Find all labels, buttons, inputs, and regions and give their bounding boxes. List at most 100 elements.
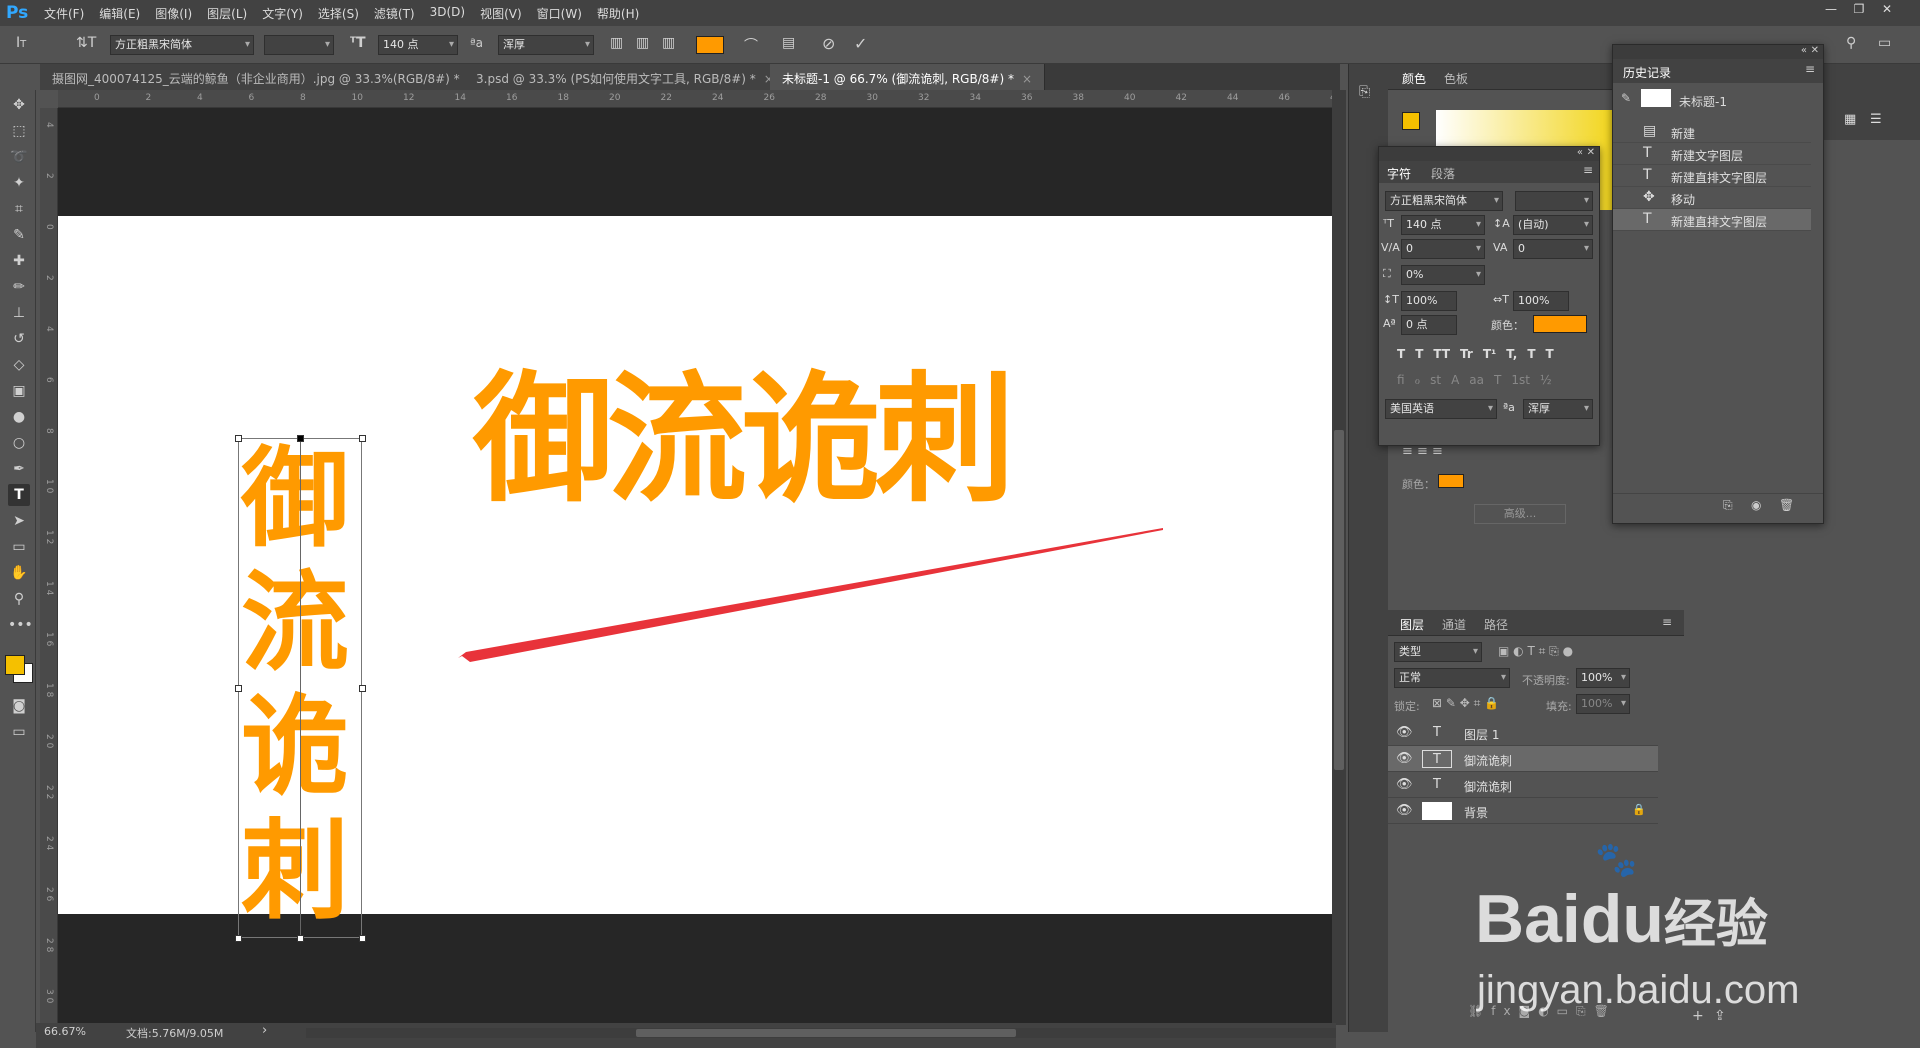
menu-help[interactable]: 帮助(H) <box>597 5 639 22</box>
transform-handle[interactable] <box>235 935 242 942</box>
screen-mode-icon[interactable]: ▭ <box>8 721 30 743</box>
faux-bold-button[interactable]: T <box>1397 347 1405 361</box>
history-brush-source-icon[interactable]: ✎ <box>1621 91 1631 105</box>
zoom-tool-icon[interactable]: ⚲ <box>8 588 30 610</box>
history-brush-icon[interactable]: ↺ <box>8 328 30 350</box>
ot-titling-button[interactable]: T <box>1494 373 1501 387</box>
tab-document-1[interactable]: 摄图网_400074125_云端的鲸鱼（非企业商用）.jpg @ 33.3%(R… <box>40 64 491 90</box>
history-item[interactable]: ✥ 移动 <box>1613 187 1811 209</box>
history-item[interactable]: T 新建直排文字图层 <box>1613 165 1811 187</box>
document-canvas[interactable]: 御流诡刺 御 流 诡 刺 <box>58 216 1332 942</box>
history-item[interactable]: T 新建文字图层 <box>1613 143 1811 165</box>
delete-icon[interactable]: 🗑 <box>1779 498 1794 512</box>
tab-document-3[interactable]: 未标题-1 @ 66.7% (御流诡刺, RGB/8#) * × <box>770 64 1046 90</box>
crop-tool-icon[interactable]: ⌗ <box>8 198 30 220</box>
close-panel-icon[interactable]: ✕ <box>1811 45 1819 56</box>
menu-layer[interactable]: 图层(L) <box>207 5 247 22</box>
layer-row[interactable]: 👁 T 御流诡刺 <box>1388 746 1658 772</box>
lock-icons[interactable]: ⊠ ✎ ✥ ⌗ 🔒 <box>1432 696 1499 711</box>
ot-discretionary-button[interactable]: ℴ <box>1415 373 1421 387</box>
tab-swatches[interactable]: 色板 <box>1444 70 1468 87</box>
align-left-icon[interactable]: ▥ <box>610 35 623 51</box>
menu-window[interactable]: 窗口(W) <box>537 5 582 22</box>
eraser-tool-icon[interactable]: ◇ <box>8 354 30 376</box>
ot-fraction-button[interactable]: ½ <box>1540 373 1552 387</box>
layer-filter-icons[interactable]: ▣ ◐ T ⌗ ⎘ ● <box>1498 644 1573 659</box>
char-anti-alias[interactable]: 浑厚 <box>1523 399 1593 419</box>
collapse-icon[interactable]: « <box>1801 45 1807 56</box>
canvas-area[interactable]: 御流诡刺 御 流 诡 刺 <box>58 108 1332 1025</box>
cancel-icon[interactable]: ⊘ <box>822 34 835 53</box>
foreground-color-swatch[interactable] <box>5 655 25 675</box>
rectangle-tool-icon[interactable]: ▭ <box>8 536 30 558</box>
close-window-icon[interactable]: ✕ <box>1876 2 1898 22</box>
menu-filter[interactable]: 滤镜(T) <box>374 5 415 22</box>
advanced-button[interactable]: 高级... <box>1474 504 1566 524</box>
history-title[interactable]: 历史记录 <box>1623 64 1671 81</box>
warp-text-icon[interactable]: ⌒ <box>744 35 758 55</box>
layer-row[interactable]: 👁 背景 🔒 <box>1388 798 1658 824</box>
align-center-icon[interactable]: ▥ <box>636 35 649 51</box>
tab-paragraph[interactable]: 段落 <box>1431 165 1455 182</box>
grid-view-icon[interactable]: ▦ <box>1844 112 1864 128</box>
move-tool-icon[interactable]: ✥ <box>8 94 30 116</box>
commit-check-icon[interactable]: ✓ <box>854 34 867 53</box>
visibility-eye-icon[interactable]: 👁 <box>1396 725 1413 740</box>
scroll-thumb[interactable] <box>636 1029 1016 1037</box>
menu-edit[interactable]: 编辑(E) <box>99 5 140 22</box>
snapshot-name[interactable]: 未标题-1 <box>1679 93 1727 110</box>
subscript-button[interactable]: T, <box>1506 347 1517 361</box>
layer-row[interactable]: 👁 T 御流诡刺 <box>1388 772 1658 798</box>
panel-drag-bar[interactable]: «✕ <box>1379 147 1599 161</box>
faux-italic-button[interactable]: T <box>1415 347 1423 361</box>
anti-alias-select[interactable]: 浑厚 <box>498 35 594 55</box>
paragraph-color-swatch[interactable] <box>1438 474 1464 488</box>
vertical-scrollbar[interactable] <box>1332 90 1346 1025</box>
minimize-icon[interactable]: — <box>1820 2 1842 22</box>
collapse-icon[interactable]: « <box>1577 147 1583 158</box>
history-item[interactable]: T 新建直排文字图层 <box>1613 209 1811 231</box>
tab-paths[interactable]: 路径 <box>1484 616 1508 633</box>
brush-tool-icon[interactable]: ✏ <box>8 276 30 298</box>
healing-brush-icon[interactable]: ✚ <box>8 250 30 272</box>
ot-stylistic-button[interactable]: aa <box>1469 373 1484 387</box>
panel-menu-icon[interactable]: ≡ <box>1805 62 1815 76</box>
color-fg-swatch[interactable] <box>1402 112 1420 130</box>
char-font-family[interactable]: 方正粗黑宋简体 <box>1385 191 1503 211</box>
tab-character[interactable]: 字符 <box>1387 165 1411 182</box>
panel-menu-icon[interactable]: ≡ <box>1583 163 1593 177</box>
transform-handle[interactable] <box>359 935 366 942</box>
menu-select[interactable]: 选择(S) <box>318 5 359 22</box>
history-item[interactable]: ▤ 新建 <box>1613 121 1811 143</box>
search-icon[interactable]: ⚲ <box>1846 35 1856 51</box>
menu-type[interactable]: 文字(Y) <box>262 5 303 22</box>
scroll-thumb[interactable] <box>1334 430 1344 770</box>
layer-filter-select[interactable]: 类型 <box>1394 642 1482 662</box>
snapshot-camera-icon[interactable]: ◉ <box>1751 498 1761 512</box>
strikethrough-button[interactable]: T <box>1546 347 1554 361</box>
ot-historical-button[interactable]: st <box>1430 373 1441 387</box>
ot-ligature-button[interactable]: ﬁ <box>1397 373 1405 387</box>
char-font-style[interactable] <box>1515 191 1593 211</box>
magic-wand-icon[interactable]: ✦ <box>8 172 30 194</box>
opacity-field[interactable]: 100% <box>1576 668 1630 688</box>
small-caps-button[interactable]: Tr <box>1460 347 1473 361</box>
visibility-eye-icon[interactable]: 👁 <box>1396 777 1413 792</box>
dodge-tool-icon[interactable]: ○ <box>8 432 30 454</box>
char-kerning[interactable]: 0 <box>1401 239 1485 259</box>
panel-menu-icon[interactable]: ≡ <box>1662 615 1672 629</box>
font-size-select[interactable]: 140 点 <box>378 35 458 55</box>
menu-view[interactable]: 视图(V) <box>480 5 522 22</box>
close-panel-icon[interactable]: ✕ <box>1587 147 1595 158</box>
new-document-from-state-icon[interactable]: ⎘ <box>1723 498 1733 513</box>
quick-mask-icon[interactable]: ◙ <box>8 695 30 717</box>
ot-swash-button[interactable]: A <box>1451 373 1459 387</box>
more-tools-icon[interactable]: ••• <box>8 614 33 636</box>
char-language[interactable]: 美国英语 <box>1385 399 1497 419</box>
char-tracking[interactable]: 0 <box>1513 239 1593 259</box>
text-color-swatch[interactable] <box>696 36 724 54</box>
tab-close-icon[interactable]: × <box>1022 72 1032 86</box>
blend-mode-select[interactable]: 正常 <box>1394 668 1510 688</box>
align-right-icon[interactable]: ▥ <box>662 35 675 51</box>
toggle-orientation-icon[interactable]: ⇅T <box>76 35 96 51</box>
